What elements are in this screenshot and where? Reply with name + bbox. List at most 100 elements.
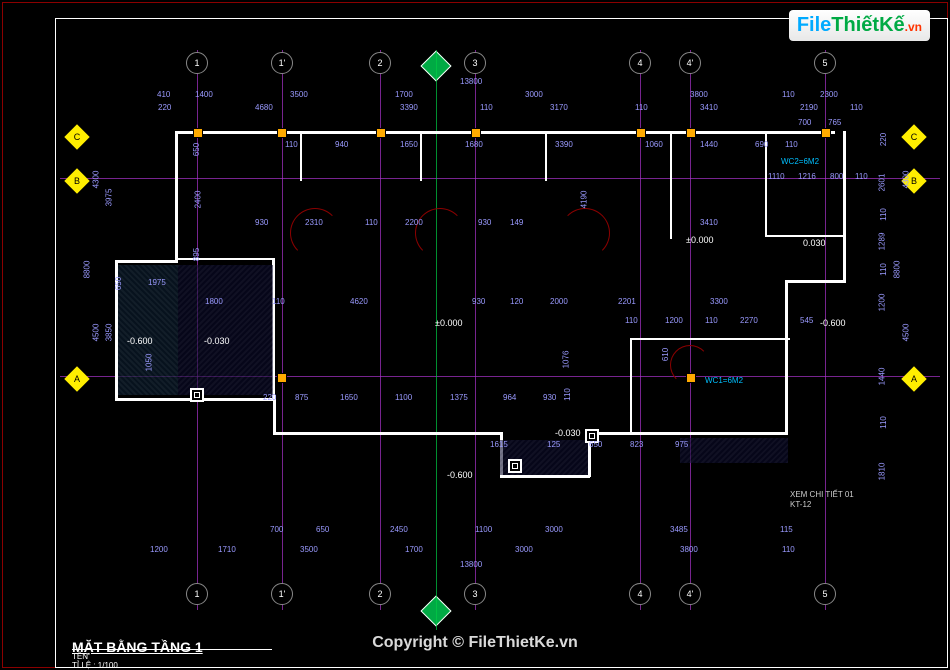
dim-r2-2: 110 (879, 208, 888, 221)
dim-t2-5: 110 (635, 103, 648, 112)
dim-i2-6: 2000 (550, 297, 568, 306)
column-1c (193, 128, 203, 138)
dim-r-2: 4500 (901, 324, 910, 342)
door4 (670, 345, 710, 385)
wall-step-right (785, 280, 845, 283)
dim-i1-3: 2200 (405, 218, 423, 227)
grid-bubble-1p-bot: 1' (271, 583, 293, 605)
wall-int5 (670, 131, 672, 239)
dim-i2-1: 1800 (205, 297, 223, 306)
wc-d2: 800 (830, 172, 843, 181)
dim-l2-3: 650 (114, 277, 123, 290)
door1 (290, 208, 340, 258)
dim-t3-1: 940 (335, 140, 348, 149)
grid-bubble-2-top: 2 (369, 52, 391, 74)
level-step3: -0.030 (555, 428, 581, 438)
wall-int1b (175, 258, 275, 260)
dim-b1-6: 115 (780, 525, 793, 534)
dim-t3-10: 765 (828, 118, 841, 127)
dim-i4-5: 964 (503, 393, 516, 402)
dim-t3-8: 110 (785, 140, 798, 149)
wall-bot2 (273, 432, 503, 435)
dim-t1-5: 3800 (690, 90, 708, 99)
grid-bubble-4-bot: 4 (629, 583, 651, 605)
wall-int7 (765, 235, 843, 237)
dim-r-0: 4300 (901, 171, 910, 189)
dim-t1-0: 410 (157, 90, 170, 99)
dim-i3-2: 110 (705, 316, 718, 325)
dim-i1-1: 2310 (305, 218, 323, 227)
level-step2: -0.600 (127, 336, 153, 346)
dim-b2-3: 1700 (405, 545, 423, 554)
wall-bot4 (588, 432, 788, 435)
logo-file: File (797, 14, 831, 36)
level-step6: 0.030 (803, 238, 826, 248)
dim-t2-1: 4680 (255, 103, 273, 112)
dim-b1-5: 3485 (670, 525, 688, 534)
dim-i4-3: 1100 (395, 393, 412, 402)
tb-ten: TÊN (72, 652, 88, 661)
dim-overall-top: 13800 (460, 77, 482, 86)
column-5c (821, 128, 831, 138)
grid-bubble-4p-bot: 4' (679, 583, 701, 605)
dim-b2-2: 3500 (300, 545, 318, 554)
dim-b2-5: 3800 (680, 545, 698, 554)
level-zero1: ±0.000 (686, 235, 713, 245)
wall-right1 (785, 280, 788, 435)
dim-t3-5: 1060 (645, 140, 663, 149)
dim-i4-4: 1375 (450, 393, 468, 402)
dim-vi-2: 110 (563, 388, 572, 401)
dim-t3-2: 1650 (400, 140, 418, 149)
column-4c (636, 128, 646, 138)
dim-i2-5: 120 (510, 297, 523, 306)
dim-i1-0: 930 (255, 218, 268, 227)
column-2c (376, 128, 386, 138)
hatch-step2 (680, 438, 788, 463)
dim-t2-8: 110 (850, 103, 863, 112)
dim-t3-0: 110 (285, 140, 298, 149)
level-step4: -0.600 (447, 470, 473, 480)
grid-bubble-2-bot: 2 (369, 583, 391, 605)
level-zero2: ±0.000 (435, 318, 462, 328)
dim-b1-1: 650 (316, 525, 329, 534)
dim-l-1: 8800 (82, 261, 91, 279)
title-block: TÊN TỈ LỆ : 1/100 (72, 649, 272, 670)
colsym-2 (508, 459, 522, 473)
dim-i5-4: 975 (675, 440, 688, 449)
dim-i2-0: 1975 (148, 278, 166, 287)
dim-b2-4: 3000 (515, 545, 533, 554)
dim-l-0: 4300 (91, 171, 100, 189)
dim-i3-3: 2270 (740, 316, 758, 325)
dim-i2-4: 930 (472, 297, 485, 306)
dim-t3-7: 690 (755, 140, 768, 149)
grid-bubble-1-top: 1 (186, 52, 208, 74)
dim-i1-6: 3410 (700, 218, 718, 227)
grid-diamond-c-right: C (901, 124, 926, 149)
dim-b2-6: 110 (782, 545, 795, 554)
grid-bubble-5-bot: 5 (814, 583, 836, 605)
column-3c (471, 128, 481, 138)
dim-vi-3: 610 (661, 348, 670, 361)
dim-r2-6: 1440 (877, 368, 886, 386)
room-wc2: WC2=6M2 (781, 157, 819, 166)
dim-r2-7: 110 (879, 416, 888, 429)
dim-t2-3: 110 (480, 103, 493, 112)
dim-t3-6: 1440 (700, 140, 718, 149)
column-1pc (277, 128, 287, 138)
wall-bot3 (500, 475, 590, 478)
grid-diamond-c-left: C (64, 124, 89, 149)
note-detail-ref: KT-12 (790, 500, 811, 509)
dim-b1-2: 2450 (390, 525, 408, 534)
grid-bubble-3-top: 3 (464, 52, 486, 74)
dim-t1-7: 2300 (820, 90, 838, 99)
watermark-logo: FileThiếtKế.vn (789, 10, 930, 41)
dim-b1-4: 3000 (545, 525, 563, 534)
hatch-porch (178, 265, 273, 395)
dim-r2-4: 110 (879, 263, 888, 276)
dim-t1-6: 110 (782, 90, 795, 99)
wall-int3 (420, 131, 422, 181)
note-detail: XEM CHI TIẾT 01 (790, 490, 854, 499)
logo-ke: Kế (879, 14, 905, 36)
dim-t2-2: 3390 (400, 103, 418, 112)
grid-bubble-4p-top: 4' (679, 52, 701, 74)
